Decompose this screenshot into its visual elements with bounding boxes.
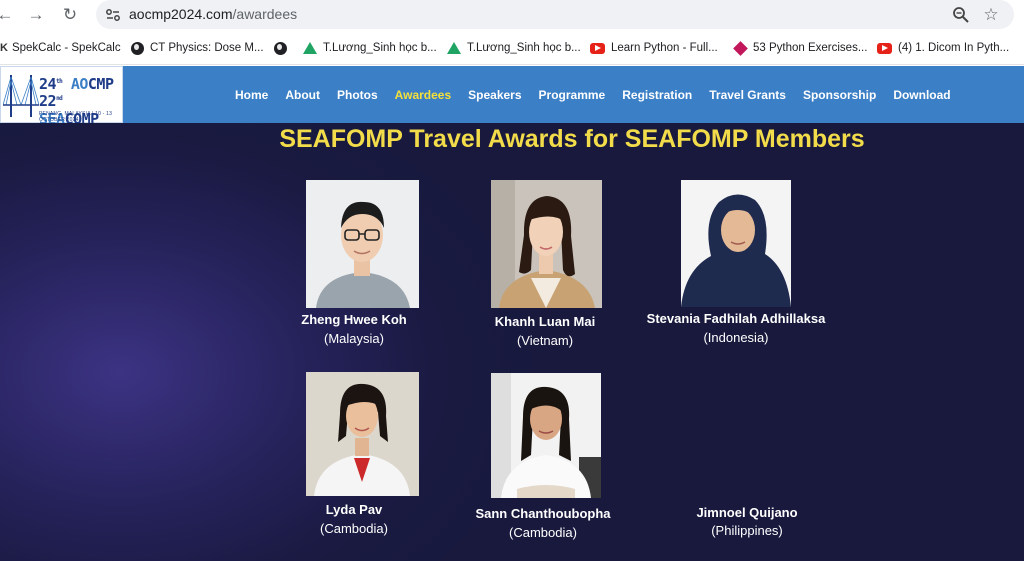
globe-icon <box>274 41 287 55</box>
main-menu: Home About Photos Awardees Speakers Prog… <box>235 66 968 123</box>
youtube-icon <box>877 42 892 54</box>
bookmarks-bar: K SpekCalc - SpekCalc CT Physics: Dose M… <box>0 31 1024 65</box>
menu-home[interactable]: Home <box>235 88 268 102</box>
back-arrow-icon[interactable]: ← <box>0 4 16 26</box>
awardee-name: Jimnoel Quijano <box>696 505 798 520</box>
bookmark-item[interactable]: T.Lương_Sinh học b... <box>447 40 581 56</box>
awardee-photo <box>681 180 791 307</box>
awardee-photo <box>306 180 419 308</box>
bookmark-item[interactable]: T.Lương_Sinh học b... <box>303 40 437 56</box>
menu-travel-grants[interactable]: Travel Grants <box>709 88 786 102</box>
logo-line-aocmp: 24th AOCMP <box>39 75 114 93</box>
bookmark-star-icon[interactable]: ☆ <box>981 5 1001 25</box>
url-text[interactable]: aocmp2024.com/awardees <box>129 6 297 22</box>
zoom-icon[interactable] <box>951 5 971 25</box>
bookmark-item[interactable] <box>274 40 293 56</box>
globe-icon <box>131 41 144 55</box>
site-settings-icon[interactable] <box>104 6 122 24</box>
address-bar[interactable]: aocmp2024.com/awardees ☆ <box>96 0 1014 29</box>
conference-logo[interactable]: 24th AOCMP 22nd SEACOMP PENANG, MALAYSIA… <box>0 66 123 128</box>
awardee-name: Khanh Luan Mai <box>494 314 596 329</box>
spekcalc-icon: K <box>0 42 8 54</box>
menu-registration[interactable]: Registration <box>622 88 692 102</box>
menu-sponsorship[interactable]: Sponsorship <box>803 88 876 102</box>
reload-icon[interactable]: ↻ <box>59 4 81 26</box>
gem-icon <box>733 40 748 56</box>
awardee-country: (Vietnam) <box>516 333 574 348</box>
bookmark-item[interactable]: K SpekCalc - SpekCalc <box>0 40 121 56</box>
browser-toolbar: ← → ↻ aocmp2024.com/awardees ☆ <box>0 0 1024 31</box>
awardee-photo <box>491 180 602 308</box>
google-drive-icon <box>303 42 317 54</box>
bookmark-item[interactable]: CT Physics: Dose M... <box>131 40 264 56</box>
bookmark-item[interactable]: Learn Python - Full... <box>590 40 718 56</box>
bridge-logo-icon <box>3 75 39 117</box>
bookmark-item[interactable]: 53 Python Exercises... <box>733 40 867 56</box>
google-drive-icon <box>447 42 461 54</box>
awardees-slide: SEAFOMP Travel Awards for SEAFOMP Member… <box>0 123 1024 561</box>
awardee-country: (Indonesia) <box>703 330 769 345</box>
awardee-name: Stevania Fadhilah Adhillaksa <box>646 311 826 326</box>
menu-programme[interactable]: Programme <box>539 88 606 102</box>
awardee-photo <box>306 372 419 496</box>
slide-title: SEAFOMP Travel Awards for SEAFOMP Member… <box>279 125 865 153</box>
forward-arrow-icon[interactable]: → <box>25 4 47 26</box>
awardee-country: (Cambodia) <box>320 521 388 536</box>
youtube-icon <box>590 42 605 54</box>
menu-about[interactable]: About <box>285 88 320 102</box>
awardee-name: Zheng Hwee Koh <box>301 312 407 327</box>
menu-photos[interactable]: Photos <box>337 88 378 102</box>
menu-awardees[interactable]: Awardees <box>395 88 451 102</box>
site-header: 24th AOCMP 22nd SEACOMP PENANG, MALAYSIA… <box>0 66 1024 128</box>
awardee-name: Sann Chanthoubopha <box>475 506 611 521</box>
awardee-country: (Philippines) <box>711 523 783 538</box>
awardee-name: Lyda Pav <box>325 502 383 517</box>
logo-tagline: PENANG, MALAYSIA | 10 - 13 OCTOBER 2024 <box>39 111 113 123</box>
awardee-country: (Malaysia) <box>324 331 384 346</box>
awardee-country: (Cambodia) <box>509 525 577 540</box>
menu-speakers[interactable]: Speakers <box>468 88 521 102</box>
awardee-photo <box>491 373 601 498</box>
menu-download[interactable]: Download <box>893 88 950 102</box>
bookmark-item[interactable]: (4) 1. Dicom In Pyth... <box>877 40 1009 56</box>
